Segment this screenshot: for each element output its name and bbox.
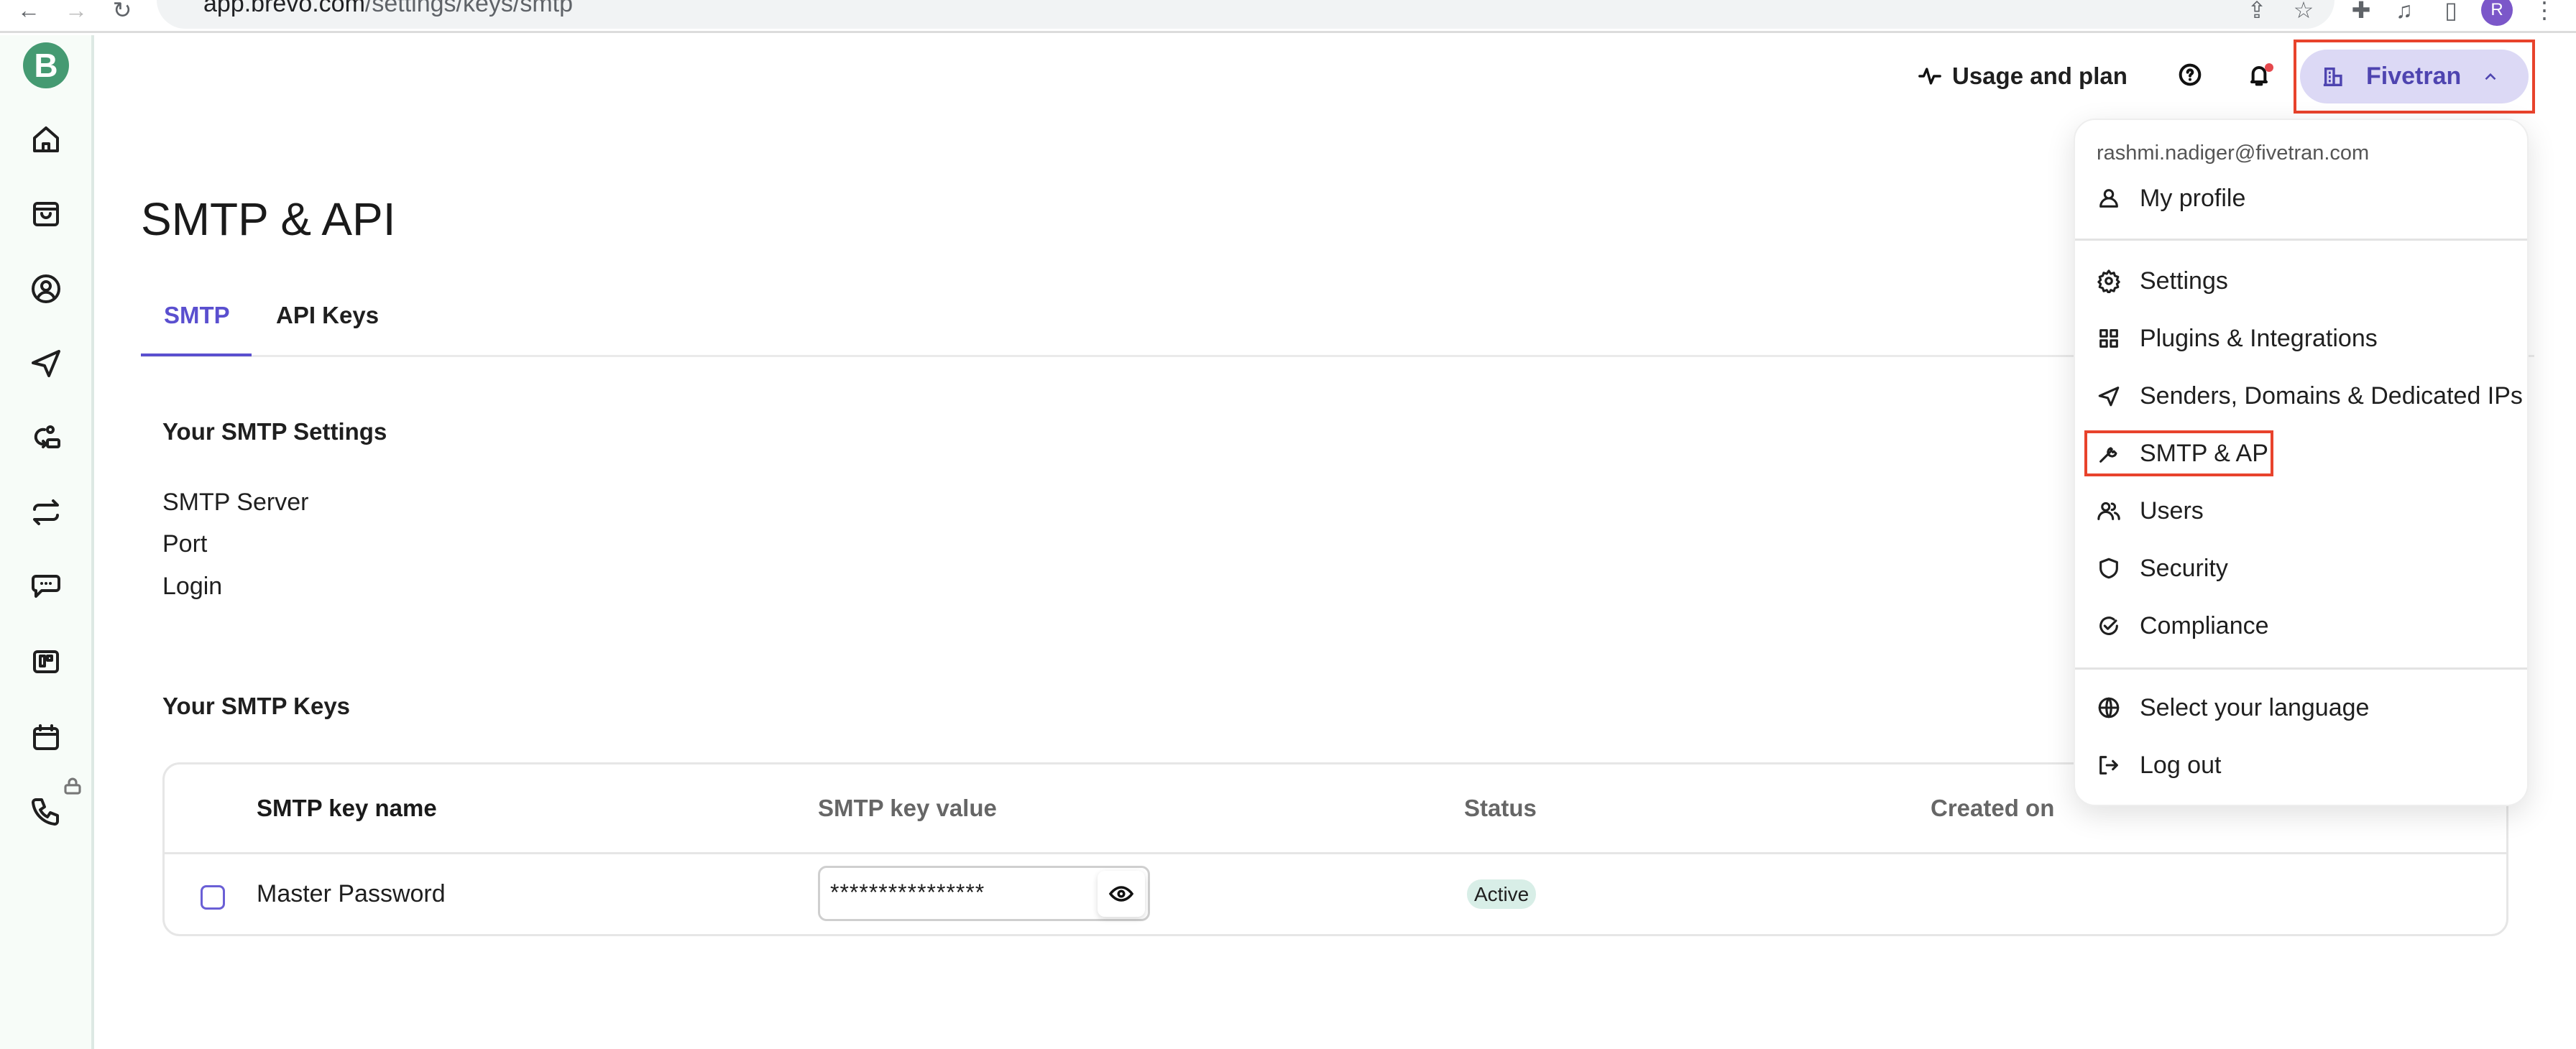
extensions-icon[interactable]: ✚	[2347, 0, 2375, 24]
key-value-masked: ****************	[830, 879, 985, 905]
browser-menu-icon[interactable]: ⋮	[2530, 0, 2559, 24]
send-icon[interactable]	[29, 346, 63, 380]
menu-item-label: Settings	[2140, 267, 2228, 295]
sidebar: B	[0, 35, 94, 1049]
grid-icon	[2099, 329, 2118, 348]
browser-toolbar: ← → ↻ app.brevo.com/settings/keys/smtp ⇪…	[0, 0, 2576, 33]
account-email: rashmi.nadiger@fivetran.com	[2097, 142, 2370, 165]
tab-smtp[interactable]: SMTP	[164, 302, 230, 329]
tab-api-keys[interactable]: API Keys	[276, 302, 379, 329]
login-label: Login	[162, 573, 223, 600]
menu-item-language[interactable]: Select your language	[2097, 690, 2369, 726]
calendar-icon[interactable]	[29, 720, 63, 754]
column-header-name: SMTP key name	[257, 795, 437, 821]
menu-item-my-profile[interactable]: My profile	[2097, 180, 2245, 216]
user-icon	[2099, 189, 2118, 208]
smtp-keys-heading: Your SMTP Keys	[162, 693, 351, 719]
show-key-button[interactable]	[1098, 871, 1145, 917]
phone-icon[interactable]	[29, 794, 63, 828]
row-checkbox[interactable]	[201, 885, 225, 910]
reload-icon[interactable]: ↻	[108, 0, 137, 24]
help-icon[interactable]	[2176, 60, 2204, 89]
active-tab-indicator	[141, 353, 252, 356]
url-text[interactable]: app.brevo.com/settings/keys/smtp	[203, 0, 573, 18]
deals-icon[interactable]	[29, 644, 63, 679]
menu-item-users[interactable]: Users	[2097, 493, 2204, 529]
menu-item-label: Senders, Domains & Dedicated IPs	[2140, 382, 2523, 410]
notification-dot	[2265, 63, 2273, 72]
menu-item-label: Compliance	[2140, 611, 2269, 639]
highlight-box-smtp-api	[2084, 430, 2273, 476]
url-path: /settings/keys/smtp	[364, 0, 574, 17]
menu-item-plugins-integrations[interactable]: Plugins & Integrations	[2097, 320, 2378, 356]
menu-item-label: Users	[2140, 496, 2204, 524]
port-label: Port	[162, 530, 208, 558]
smtp-server-label: SMTP Server	[162, 489, 309, 516]
browser-profile-avatar[interactable]: R	[2481, 0, 2513, 26]
activity-icon	[1918, 68, 1941, 85]
menu-divider	[2075, 667, 2527, 670]
menu-item-settings[interactable]: Settings	[2097, 263, 2228, 299]
logout-icon	[2099, 756, 2118, 775]
side-panel-icon[interactable]: ▯	[2437, 0, 2465, 24]
send-icon	[2098, 387, 2120, 407]
home-icon[interactable]	[29, 122, 63, 157]
contacts-icon[interactable]	[29, 272, 63, 306]
menu-item-senders-domains[interactable]: Senders, Domains & Dedicated IPs	[2097, 378, 2523, 414]
menu-divider	[2075, 239, 2527, 241]
menu-item-label: Plugins & Integrations	[2140, 324, 2378, 352]
usage-and-plan-label: Usage and plan	[1952, 63, 2128, 89]
column-header-value: SMTP key value	[818, 795, 997, 821]
menu-item-label: Select your language	[2140, 693, 2370, 721]
usage-and-plan-button[interactable]: Usage and plan	[1918, 60, 2128, 92]
share-icon[interactable]: ⇪	[2242, 0, 2271, 24]
eye-icon	[1108, 886, 1134, 902]
menu-item-label: Security	[2140, 554, 2228, 582]
key-name: Master Password	[257, 880, 446, 907]
shopping-bag-icon[interactable]	[29, 196, 63, 231]
menu-item-compliance[interactable]: Compliance	[2097, 608, 2269, 644]
column-header-created-on: Created on	[1931, 795, 2055, 821]
menu-item-security[interactable]: Security	[2097, 550, 2228, 586]
smtp-settings-heading: Your SMTP Settings	[162, 418, 387, 445]
globe-icon	[2098, 697, 2120, 718]
gear-icon	[2097, 269, 2120, 293]
lock-icon	[62, 775, 83, 797]
automation-icon[interactable]	[29, 421, 63, 456]
brevo-logo[interactable]: B	[23, 42, 69, 88]
highlight-box-account	[2294, 40, 2535, 114]
status-badge: Active	[1467, 879, 1537, 909]
bookmark-star-icon[interactable]: ☆	[2289, 0, 2318, 24]
page-title: SMTP & API	[141, 193, 396, 245]
check-circle-icon	[2099, 616, 2118, 635]
shield-icon	[2099, 558, 2118, 579]
table-divider	[165, 852, 2506, 854]
key-value-field[interactable]: ****************	[818, 866, 1150, 921]
url-host: app.brevo.com	[203, 0, 365, 17]
media-icon[interactable]: ♫	[2390, 0, 2419, 24]
menu-item-label: My profile	[2140, 184, 2246, 212]
back-icon[interactable]: ←	[14, 0, 43, 24]
conversations-icon[interactable]	[29, 569, 63, 604]
menu-item-log-out[interactable]: Log out	[2097, 747, 2221, 783]
column-header-status: Status	[1464, 795, 1537, 821]
transactional-icon[interactable]	[29, 495, 63, 530]
menu-item-label: Log out	[2140, 751, 2222, 779]
forward-icon[interactable]: →	[62, 0, 91, 24]
users-icon	[2097, 502, 2120, 520]
